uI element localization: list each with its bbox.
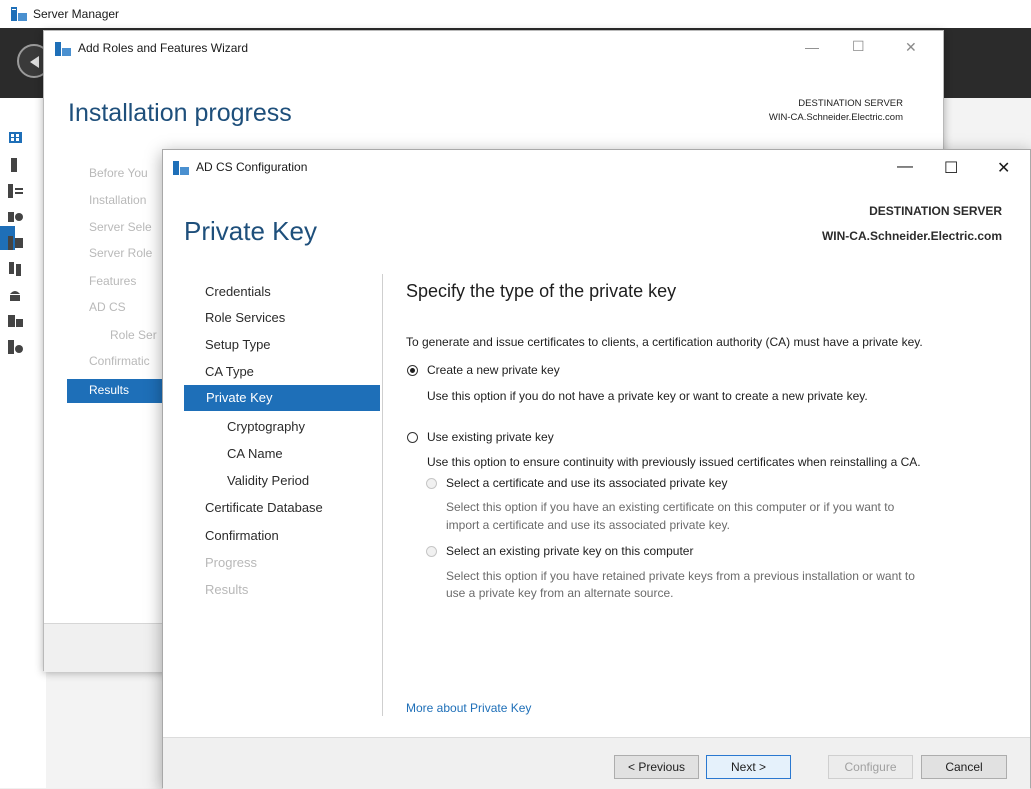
server-manager-titlebar: Server Manager: [0, 0, 1031, 28]
wizard-destination-server: WIN-CA.Schneider.Electric.com: [768, 112, 903, 123]
use-existing-key-desc: Use this option to ensure continuity wit…: [427, 455, 921, 469]
server-manager-app-icon: [11, 7, 27, 21]
dashboard-icon[interactable]: [7, 131, 24, 145]
wizard-nav-item[interactable]: Confirmatic: [89, 354, 150, 368]
wizard-nav-item[interactable]: Server Role: [89, 246, 152, 260]
nav-item-certificate-database[interactable]: Certificate Database: [205, 500, 323, 515]
local-server-icon[interactable]: [7, 158, 24, 172]
wizard-page-title: Installation progress: [68, 99, 292, 127]
use-existing-key-label[interactable]: Use existing private key: [427, 430, 554, 444]
wizard-nav-item[interactable]: Server Sele: [89, 220, 152, 234]
next-button[interactable]: Next >: [706, 755, 791, 779]
wizard-nav-item[interactable]: Features: [89, 274, 136, 288]
all-servers-icon[interactable]: [7, 184, 24, 198]
ad-cs-icon[interactable]: [7, 210, 24, 224]
wizard-nav-item-results[interactable]: Results: [67, 379, 176, 403]
nav-divider: [382, 274, 383, 716]
previous-button[interactable]: < Previous: [614, 755, 699, 779]
dialog-maximize-button[interactable]: ☐: [944, 158, 958, 178]
server-manager-sidebar: [0, 98, 46, 788]
file-storage-icon[interactable]: [7, 288, 24, 302]
configure-button[interactable]: Configure: [828, 755, 913, 779]
dialog-close-button[interactable]: ✕: [997, 158, 1010, 178]
wizard-nav-item[interactable]: Installation: [89, 193, 146, 207]
intro-text: To generate and issue certificates to cl…: [406, 335, 923, 349]
select-existing-key-label[interactable]: Select an existing private key on this c…: [446, 544, 693, 558]
nav-item-validity-period[interactable]: Validity Period: [227, 473, 309, 488]
adcs-app-icon: [173, 161, 189, 175]
dialog-destination-label: DESTINATION SERVER: [869, 204, 1002, 218]
wizard-nav-selected-label: Results: [89, 383, 130, 397]
wizard-nav-item[interactable]: Role Ser: [110, 328, 157, 342]
wizard-nav-item[interactable]: Before You: [89, 166, 148, 180]
select-existing-key-radio[interactable]: [426, 546, 437, 557]
select-existing-key-desc-2: use a private key from an alternate sour…: [446, 586, 674, 600]
select-certificate-label[interactable]: Select a certificate and use its associa…: [446, 476, 727, 490]
nav-item-private-key-label: Private Key: [206, 390, 273, 405]
nav-item-private-key[interactable]: Private Key: [184, 385, 380, 411]
dialog-minimize-button[interactable]: —: [897, 158, 913, 176]
server-manager-title: Server Manager: [33, 7, 120, 21]
nav-item-ca-type[interactable]: CA Type: [205, 364, 254, 379]
wizard-app-icon: [55, 42, 71, 56]
wizard-nav-item[interactable]: AD CS: [89, 300, 126, 314]
remote-access-icon[interactable]: [7, 340, 24, 354]
nav-item-ca-name[interactable]: CA Name: [227, 446, 283, 461]
select-certificate-desc-1: Select this option if you have an existi…: [446, 500, 895, 514]
cancel-button[interactable]: Cancel: [921, 755, 1007, 779]
wizard-destination: DESTINATION SERVER WIN-CA.Schneider.Elec…: [769, 97, 903, 125]
nav-item-progress: Progress: [205, 555, 258, 570]
select-certificate-radio[interactable]: [426, 478, 437, 489]
wizard-destination-label: DESTINATION SERVER: [798, 98, 903, 109]
select-existing-key-desc-1: Select this option if you have retained …: [446, 569, 915, 583]
wizard-title: Add Roles and Features Wizard: [78, 41, 249, 55]
dialog-title: AD CS Configuration: [196, 160, 308, 174]
select-certificate-desc-2: import a certificate and use its associa…: [446, 518, 730, 532]
dialog-titlebar: AD CS Configuration — ☐ ✕: [163, 150, 1030, 186]
dialog-footer: < Previous Next > Configure Cancel: [163, 737, 1030, 789]
create-new-key-label[interactable]: Create a new private key: [427, 363, 560, 377]
adcs-configuration-dialog: AD CS Configuration — ☐ ✕ Private Key DE…: [162, 149, 1031, 789]
wizard-minimize-button[interactable]: —: [805, 39, 819, 55]
content-heading: Specify the type of the private key: [406, 281, 677, 301]
nav-item-credentials[interactable]: Credentials: [205, 284, 271, 299]
iis-icon[interactable]: [7, 314, 24, 328]
nav-item-cryptography[interactable]: Cryptography: [227, 419, 305, 434]
nav-item-confirmation[interactable]: Confirmation: [205, 528, 279, 543]
dialog-destination-server: WIN-CA.Schneider.Electric.com: [821, 229, 1002, 243]
create-new-key-radio[interactable]: [407, 365, 418, 376]
wizard-close-button[interactable]: ✕: [905, 39, 917, 56]
nav-item-setup-type[interactable]: Setup Type: [205, 337, 271, 352]
use-existing-key-radio[interactable]: [407, 432, 418, 443]
ad-ds-icon[interactable]: [7, 236, 24, 250]
nav-item-results: Results: [205, 582, 249, 597]
create-new-key-desc: Use this option if you do not have a pri…: [427, 389, 868, 403]
wizard-maximize-button[interactable]: ☐: [852, 38, 865, 55]
wizard-titlebar: Add Roles and Features Wizard — ☐ ✕: [44, 31, 943, 65]
dns-icon[interactable]: [7, 262, 24, 276]
dialog-page-title: Private Key: [184, 216, 317, 246]
more-about-private-key-link[interactable]: More about Private Key: [406, 701, 531, 715]
nav-item-role-services[interactable]: Role Services: [205, 310, 285, 325]
